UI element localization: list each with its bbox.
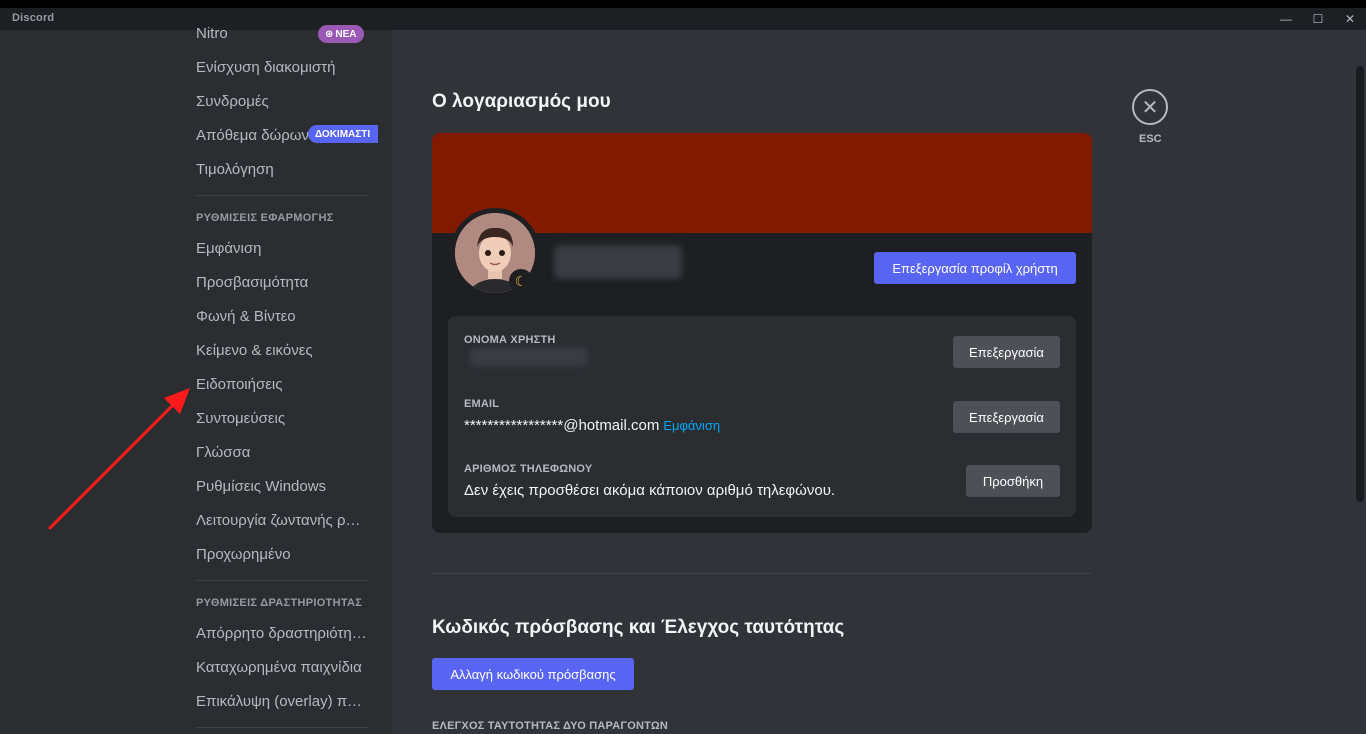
email-label: EMAIL — [464, 398, 500, 410]
account-card: ☾ Επεξεργασία προφίλ χρήστη ΟΝΟΜΑ ΧΡΗΣΤΗ… — [432, 133, 1092, 533]
sidebar-item-language[interactable]: Γλώσσα — [196, 444, 250, 461]
reveal-email-link[interactable]: Εμφάνιση — [663, 418, 720, 433]
change-password-button[interactable]: Αλλαγή κωδικού πρόσβασης — [432, 658, 634, 690]
app-settings-header: ΡΥΘΜΙΣΕΙΣ ΕΦΑΡΜΟΓΗΣ — [196, 212, 334, 224]
sidebar-item-subscriptions[interactable]: Συνδρομές — [196, 93, 269, 110]
esc-label: ESC — [1139, 133, 1162, 145]
activity-settings-header: ΡΥΘΜΙΣΕΙΣ ΔΡΑΣΤΗΡΙΟΤΗΤΑΣ — [196, 597, 363, 609]
sidebar-item-streamer-mode[interactable]: Λειτουργία ζωντανής ροής — [196, 512, 368, 529]
sidebar-item-registered-games[interactable]: Καταχωρημένα παιχνίδια — [196, 659, 362, 676]
sidebar-item-gift-inventory[interactable]: Απόθεμα δώρων — [196, 127, 309, 144]
username-value-blurred — [470, 348, 588, 366]
phone-value: Δεν έχεις προσθέσει ακόμα κάποιον αριθμό… — [464, 482, 836, 499]
maximize-icon[interactable]: ☐ — [1302, 8, 1334, 30]
window-controls: — ☐ ✕ — [1270, 8, 1366, 30]
add-phone-button[interactable]: Προσθήκη — [966, 465, 1060, 497]
sidebar-divider — [196, 727, 368, 728]
username-label: ΟΝΟΜΑ ΧΡΗΣΤΗ — [464, 334, 556, 346]
sidebar-divider — [196, 195, 368, 196]
sidebar-item-appearance[interactable]: Εμφάνιση — [196, 240, 261, 257]
phone-label: ΑΡΙΘΜΟΣ ΤΗΛΕΦΩΝΟΥ — [464, 463, 593, 475]
sidebar-item-activity-privacy[interactable]: Απόρρητο δραστηριότητας — [196, 625, 368, 642]
minimize-icon[interactable]: — — [1270, 8, 1302, 30]
edit-email-button[interactable]: Επεξεργασία — [953, 401, 1060, 433]
beta-badge: ΔΟΚΙΜΑΣΤΙ — [308, 125, 378, 143]
app-name: Discord — [12, 12, 55, 24]
sidebar-item-nitro[interactable]: Nitro — [196, 25, 228, 42]
email-text: *****************@hotmail.com — [464, 417, 660, 434]
account-fields-panel: ΟΝΟΜΑ ΧΡΗΣΤΗ Επεξεργασία EMAIL *********… — [448, 316, 1076, 517]
sidebar-item-text-images[interactable]: Κείμενο & εικόνες — [196, 342, 313, 359]
display-name-blurred — [554, 245, 682, 279]
sidebar-item-windows-settings[interactable]: Ρυθμίσεις Windows — [196, 478, 326, 495]
close-icon[interactable]: ✕ — [1132, 89, 1168, 125]
profile-banner — [432, 133, 1092, 233]
sidebar-item-notifications[interactable]: Ειδοποιήσεις — [196, 376, 282, 393]
sidebar-item-advanced[interactable]: Προχωρημένο — [196, 546, 291, 563]
nitro-icon: ⊛ — [325, 28, 334, 40]
new-badge: ⊛ ΝΕΑ — [318, 25, 364, 43]
sidebar-item-game-overlay[interactable]: Επικάλυψη (overlay) παιχνιδιού — [196, 693, 368, 710]
sidebar-item-keybinds[interactable]: Συντομεύσεις — [196, 410, 285, 427]
sidebar-divider — [196, 580, 368, 581]
sidebar-item-accessibility[interactable]: Προσβασιμότητα — [196, 274, 308, 291]
sidebar-item-server-boost[interactable]: Ενίσχυση διακομιστή — [196, 59, 335, 76]
edit-profile-button[interactable]: Επεξεργασία προφίλ χρήστη — [874, 252, 1076, 284]
email-value: *****************@hotmail.com Εμφάνιση — [464, 417, 720, 434]
two-factor-label: ΕΛΕΓΧΟΣ ΤΑΥΤΟΤΗΤΑΣ ΔΥΟ ΠΑΡΑΓΟΝΤΩΝ — [432, 720, 668, 732]
sidebar-item-voice-video[interactable]: Φωνή & Βίντεο — [196, 308, 296, 325]
content-scrollbar[interactable] — [1356, 66, 1364, 502]
close-window-icon[interactable]: ✕ — [1334, 8, 1366, 30]
section-divider — [432, 573, 1092, 574]
sidebar-item-billing[interactable]: Τιμολόγηση — [196, 161, 274, 178]
password-section-title: Κωδικός πρόσβασης και Έλεγχος ταυτότητας — [432, 617, 845, 638]
edit-username-button[interactable]: Επεξεργασία — [953, 336, 1060, 368]
page-title: Ο λογαριασμός μου — [432, 91, 611, 112]
idle-status-icon: ☾ — [509, 269, 533, 293]
